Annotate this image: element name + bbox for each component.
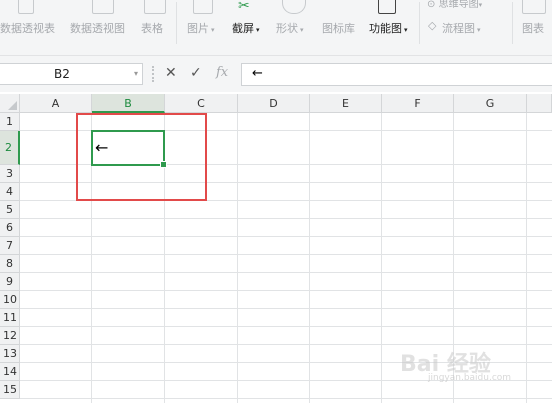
insert-function-icon[interactable]: fx <box>216 65 228 80</box>
row-header-2[interactable]: 2 <box>0 131 20 165</box>
picture-button[interactable]: 图片 ▾ <box>187 20 215 36</box>
row-header-12[interactable]: 12 <box>0 327 20 345</box>
formula-bar: B2 ▾ ✕ ✓ fx ← <box>0 56 552 92</box>
row-header-1[interactable]: 1 <box>0 113 20 131</box>
function-chart-button[interactable]: 功能图 ▾ <box>369 20 408 36</box>
confirm-edit-icon[interactable]: ✓ <box>190 65 202 81</box>
gridline <box>381 113 382 403</box>
flowchart-icon: ◇ <box>428 19 437 32</box>
mind-map-icon: ⊙ 思维导图▾ <box>427 0 483 10</box>
pivot-table-button[interactable]: 数据透视表 <box>0 20 55 36</box>
ribbon-separator <box>176 2 177 44</box>
screenshot-button[interactable]: 截屏 ▾ <box>232 20 260 36</box>
cancel-edit-icon[interactable]: ✕ <box>165 65 177 81</box>
column-header-next[interactable] <box>527 94 552 113</box>
column-header-a[interactable]: A <box>20 94 92 113</box>
formula-bar-grip-icon <box>152 66 156 82</box>
table-button[interactable]: 表格 <box>141 20 163 36</box>
row-header-7[interactable]: 7 <box>0 237 20 255</box>
ribbon-separator <box>419 2 420 44</box>
icon-library-button[interactable]: 图标库 <box>322 20 355 36</box>
gridline <box>237 113 238 403</box>
column-header-d[interactable]: D <box>238 94 310 113</box>
row-header-3[interactable]: 3 <box>0 165 20 183</box>
column-header-b[interactable]: B <box>92 94 165 113</box>
gridline <box>20 344 552 345</box>
annotation-highlight-box <box>76 113 207 201</box>
gridline <box>20 218 552 219</box>
pivot-chart-button[interactable]: 数据透视图 <box>70 20 125 36</box>
scissors-icon: ✂ <box>238 0 250 14</box>
pivot-chart-icon <box>92 0 114 14</box>
row-header-9[interactable]: 9 <box>0 273 20 291</box>
row-header-15[interactable]: 15 <box>0 381 20 399</box>
gridline <box>20 272 552 273</box>
shape-icon <box>282 0 306 14</box>
table-icon <box>144 0 166 14</box>
row-header-14[interactable]: 14 <box>0 363 20 381</box>
flowchart-button[interactable]: 流程图 ▾ <box>442 20 481 36</box>
formula-input[interactable]: ← <box>241 63 552 86</box>
gridline <box>20 326 552 327</box>
gridline <box>20 398 552 399</box>
row-header-13[interactable]: 13 <box>0 345 20 363</box>
column-header-e[interactable]: E <box>310 94 382 113</box>
name-box[interactable]: B2 ▾ <box>0 63 143 85</box>
column-header-c[interactable]: C <box>165 94 238 113</box>
chevron-down-icon[interactable]: ▾ <box>134 69 138 78</box>
row-header-5[interactable]: 5 <box>0 201 20 219</box>
formula-input-value: ← <box>252 66 263 81</box>
shape-button[interactable]: 形状 ▾ <box>276 20 304 36</box>
gridline <box>526 113 527 403</box>
gridline <box>20 308 552 309</box>
row-header-10[interactable]: 10 <box>0 291 20 309</box>
row-header-4[interactable]: 4 <box>0 183 20 201</box>
gridline <box>309 113 310 403</box>
row-header-6[interactable]: 6 <box>0 219 20 237</box>
picture-icon <box>193 0 213 14</box>
ribbon-toolbar: 数据透视表 数据透视图 表格 图片 ▾ ✂ 截屏 ▾ 形状 ▾ 图标库 功能图 ▾ ⊙ … <box>0 0 552 56</box>
column-header-f[interactable]: F <box>382 94 454 113</box>
gridline <box>20 236 552 237</box>
function-chart-icon <box>378 0 396 14</box>
gridline <box>20 254 552 255</box>
mind-map-glyph-icon: ⊙ <box>427 0 436 10</box>
watermark-url: jingyan.baidu.com <box>428 373 512 383</box>
chart-button[interactable]: 图表 <box>522 20 544 36</box>
gridline <box>20 290 552 291</box>
pivot-table-icon <box>18 0 34 14</box>
chart-icon <box>522 0 546 14</box>
row-header-11[interactable]: 11 <box>0 309 20 327</box>
column-header-g[interactable]: G <box>454 94 527 113</box>
select-all-corner[interactable] <box>0 94 20 113</box>
ribbon-separator <box>512 2 513 44</box>
name-box-value: B2 <box>54 67 70 81</box>
row-header-8[interactable]: 8 <box>0 255 20 273</box>
